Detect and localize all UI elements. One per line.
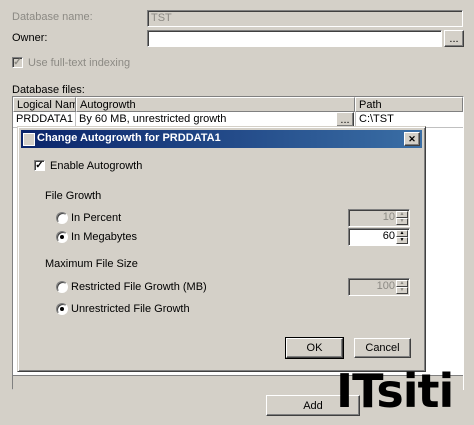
spin-up-icon[interactable]: ▲	[396, 280, 408, 287]
dialog-title: Change Autogrowth for PRDDATA1	[37, 132, 221, 144]
change-autogrowth-dialog: Change Autogrowth for PRDDATA1 ✕ ✓ Enabl…	[17, 126, 426, 372]
column-header-logical-name[interactable]: Logical Name	[13, 97, 76, 112]
owner-field[interactable]	[147, 30, 442, 47]
dialog-title-bar[interactable]: Change Autogrowth for PRDDATA1 ✕	[21, 130, 422, 148]
spin-up-icon[interactable]: ▲	[396, 211, 408, 218]
spin-down-icon[interactable]: ▼	[396, 237, 408, 244]
dialog-close-button[interactable]: ✕	[404, 132, 420, 146]
in-megabytes-spinner[interactable]: 60 ▲ ▼	[348, 228, 410, 246]
ok-button[interactable]: OK	[285, 337, 344, 359]
close-icon: ✕	[408, 133, 416, 144]
dialog-app-icon	[23, 133, 35, 146]
max-file-size-label: Maximum File Size	[45, 258, 138, 270]
in-megabytes-radio[interactable]	[56, 231, 68, 243]
in-percent-radio[interactable]	[56, 212, 68, 224]
in-percent-spinner[interactable]: 10 ▲ ▼	[348, 209, 410, 227]
restricted-growth-label[interactable]: Restricted File Growth (MB)	[71, 281, 207, 293]
radio-selected-dot	[60, 307, 64, 311]
database-name-label: Database name:	[12, 11, 93, 23]
itsiti-watermark-logo: ITsiti	[336, 364, 454, 418]
restricted-growth-spinner[interactable]: 100 ▲ ▼	[348, 278, 410, 296]
in-megabytes-value[interactable]: 60	[351, 230, 395, 242]
spin-down-icon[interactable]: ▼	[396, 218, 408, 225]
column-header-path[interactable]: Path	[355, 97, 463, 112]
enable-autogrowth-label[interactable]: Enable Autogrowth	[50, 160, 142, 172]
database-name-field: TST	[147, 10, 463, 27]
cell-autogrowth[interactable]: By 60 MB, unrestricted growth	[76, 112, 335, 127]
spin-down-icon[interactable]: ▼	[396, 287, 408, 294]
column-header-autogrowth[interactable]: Autogrowth	[76, 97, 355, 112]
in-percent-label[interactable]: In Percent	[71, 212, 121, 224]
autogrowth-browse-button[interactable]: ...	[336, 112, 354, 127]
full-text-checkbox[interactable]: ✓	[12, 57, 23, 68]
cell-logical-name[interactable]: PRDDATA1	[13, 112, 76, 127]
restricted-growth-value[interactable]: 100	[351, 280, 395, 292]
owner-label: Owner:	[12, 32, 48, 44]
unrestricted-growth-label[interactable]: Unrestricted File Growth	[71, 303, 190, 315]
enable-autogrowth-checkbox[interactable]: ✓	[34, 160, 45, 171]
in-percent-value[interactable]: 10	[351, 211, 395, 223]
unrestricted-growth-radio[interactable]	[56, 303, 68, 315]
cell-path[interactable]: C:\TST	[355, 112, 463, 127]
spin-up-icon[interactable]: ▲	[396, 230, 408, 237]
file-growth-label: File Growth	[45, 190, 102, 202]
owner-browse-button[interactable]: ...	[444, 30, 464, 47]
database-files-label: Database files:	[12, 84, 85, 96]
cancel-button[interactable]: Cancel	[354, 338, 411, 358]
restricted-growth-radio[interactable]	[56, 281, 68, 293]
in-megabytes-label[interactable]: In Megabytes	[71, 231, 137, 243]
radio-selected-dot	[60, 235, 64, 239]
full-text-label: Use full-text indexing	[28, 57, 131, 69]
